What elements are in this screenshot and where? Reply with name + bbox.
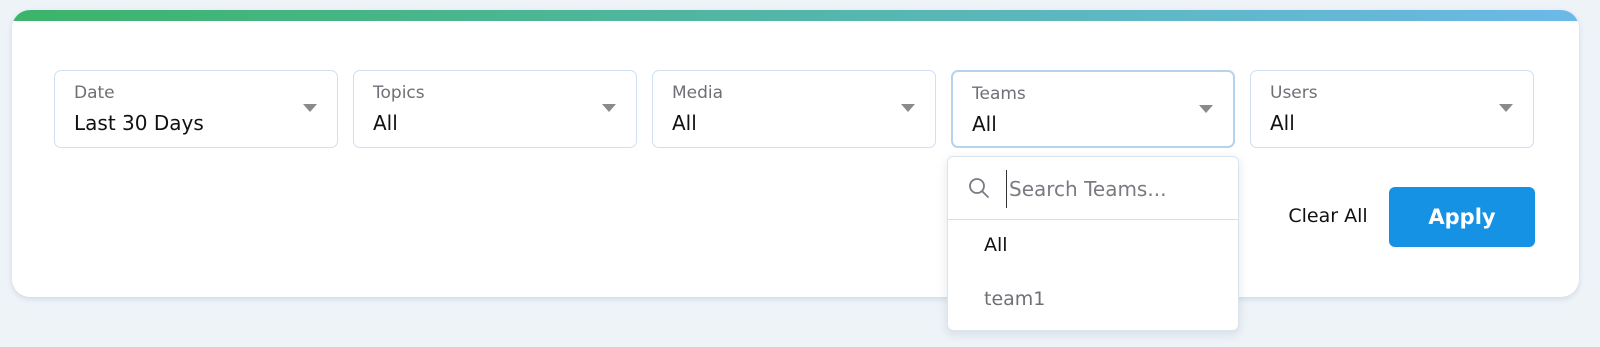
caret-down-icon [1499, 104, 1513, 112]
teams-option-all[interactable]: All [984, 234, 1008, 256]
media-filter[interactable]: Media All [652, 70, 936, 148]
users-filter[interactable]: Users All [1250, 70, 1534, 148]
date-filter[interactable]: Date Last 30 Days [54, 70, 338, 148]
search-icon [968, 177, 990, 203]
media-filter-value: All [672, 111, 697, 135]
media-filter-label: Media [672, 83, 724, 103]
users-filter-value: All [1270, 111, 1295, 135]
caret-down-icon [901, 104, 915, 112]
teams-search-input[interactable] [1006, 170, 1231, 208]
topics-filter[interactable]: Topics All [353, 70, 637, 148]
apply-button[interactable]: Apply [1389, 187, 1535, 247]
filter-panel: Date Last 30 Days Topics All Media All T… [12, 10, 1579, 297]
date-filter-value: Last 30 Days [74, 111, 204, 135]
accent-bar [12, 10, 1579, 21]
teams-filter-label: Teams [972, 84, 1026, 104]
teams-search-box [948, 157, 1238, 220]
caret-down-icon [602, 104, 616, 112]
date-filter-label: Date [74, 83, 115, 103]
teams-filter[interactable]: Teams All [951, 70, 1235, 148]
users-filter-label: Users [1270, 83, 1318, 103]
clear-all-button[interactable]: Clear All [1278, 196, 1378, 236]
caret-down-icon [303, 104, 317, 112]
topics-filter-label: Topics [373, 83, 425, 103]
topics-filter-value: All [373, 111, 398, 135]
teams-option-team1[interactable]: team1 [984, 288, 1045, 310]
teams-filter-value: All [972, 112, 997, 136]
teams-dropdown: All team1 [947, 156, 1239, 331]
caret-down-icon [1199, 105, 1213, 113]
